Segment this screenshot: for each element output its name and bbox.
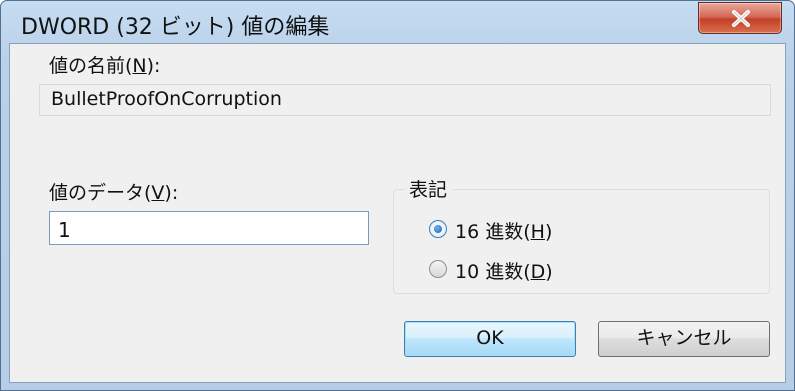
radio-selected-dot — [434, 225, 442, 233]
value-name-label-suffix: ): — [146, 55, 161, 77]
title-bar[interactable]: DWORD (32 ビット) 値の編集 — [1, 1, 794, 43]
value-name-label: 値の名前(N): — [49, 51, 160, 78]
base-group-legend: 表記 — [405, 175, 454, 202]
close-button[interactable] — [698, 2, 782, 34]
radio-hexadecimal-label: 16 進数(H) — [455, 217, 552, 244]
close-icon — [732, 10, 750, 27]
radio-decimal[interactable]: 10 進数(D) — [429, 257, 589, 284]
cancel-button[interactable]: キャンセル — [598, 321, 770, 357]
radio-decimal-label-mnemonic: D — [530, 261, 546, 283]
dialog-title: DWORD (32 ビット) 値の編集 — [21, 15, 330, 40]
radio-decimal-label-prefix: 10 進数( — [455, 261, 531, 283]
radio-hexadecimal-label-mnemonic: H — [530, 221, 545, 243]
dword-edit-dialog: DWORD (32 ビット) 値の編集 値の名前(N): BulletProof… — [0, 0, 795, 391]
value-data-label-suffix: ): — [164, 182, 179, 204]
value-name-label-mnemonic: N — [132, 55, 147, 77]
radio-decimal-label: 10 進数(D) — [455, 257, 553, 284]
value-name-field: BulletProofOnCorruption — [39, 84, 771, 116]
radio-hexadecimal-label-suffix: ) — [544, 221, 553, 243]
value-data-label-mnemonic: V — [151, 182, 165, 204]
radio-decimal-button[interactable] — [429, 260, 447, 278]
value-data-label-prefix: 値のデータ( — [49, 182, 152, 204]
value-name-label-prefix: 値の名前( — [49, 55, 133, 77]
radio-decimal-label-suffix: ) — [545, 261, 553, 283]
value-data-input[interactable] — [49, 211, 369, 245]
radio-hexadecimal-button[interactable] — [429, 220, 447, 238]
radio-hexadecimal[interactable]: 16 進数(H) — [429, 217, 589, 244]
ok-button[interactable]: OK — [404, 321, 576, 357]
radio-hexadecimal-label-prefix: 16 進数( — [455, 221, 531, 243]
value-data-label: 値のデータ(V): — [49, 178, 178, 205]
